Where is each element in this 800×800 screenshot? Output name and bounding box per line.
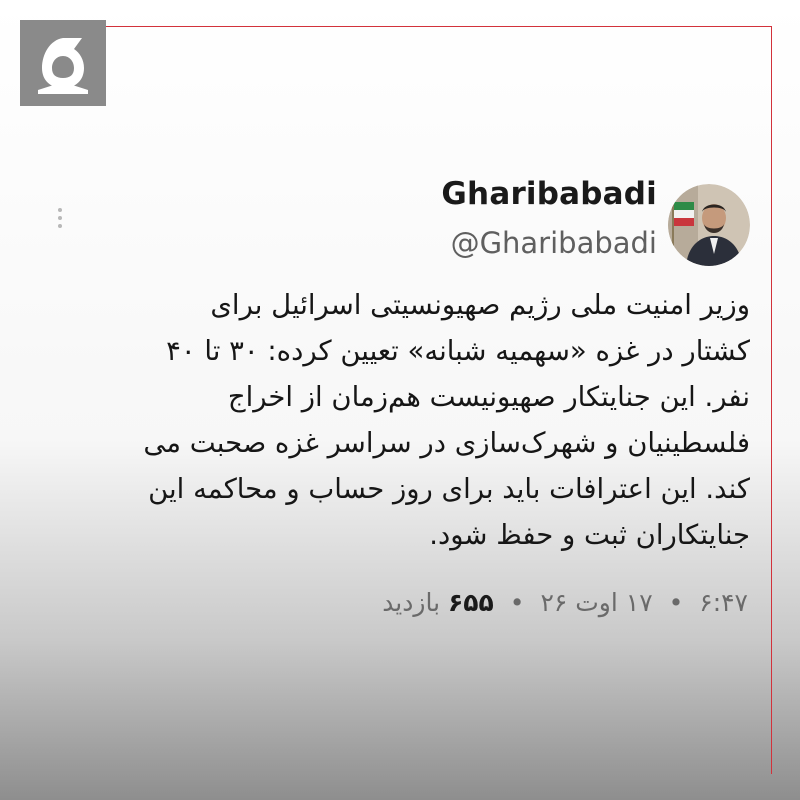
tweet-line: کشتار در غزه «سهمیه شبانه» تعیین کرده: ۳… [166, 335, 750, 367]
tweet-date: ۱۷ اوت ۲۶ [540, 588, 653, 617]
meta-separator: • [509, 588, 525, 617]
tweet-line: فلسطینیان و شهرک‌سازی در سراسر غزه صحبت … [143, 427, 750, 459]
tweet-line: وزیر امنیت ملی رژیم صهیونسیتی اسرائیل بر… [210, 289, 750, 321]
tweet-time: ۶:۴۷ [699, 588, 748, 617]
profile-display-name[interactable]: Gharibabadi [441, 176, 657, 212]
channel-logo-icon [20, 20, 106, 106]
tweet-meta: ۶:۴۷ • ۱۷ اوت ۲۶ • ۶۵۵ بازدید [382, 588, 748, 617]
avatar[interactable] [668, 184, 750, 266]
views-label: بازدید [382, 588, 441, 617]
tweet-line: نفر. این جنایتکار صهیونیست هم‌زمان از اخ… [227, 381, 750, 413]
tweet-line: جنایتکاران ثبت و حفظ شود. [429, 519, 750, 551]
tweet-body: وزیر امنیت ملی رژیم صهیونسیتی اسرائیل بر… [50, 282, 750, 558]
profile-handle[interactable]: @Gharibabadi [451, 226, 657, 260]
more-vertical-icon[interactable] [54, 204, 66, 240]
meta-separator: • [668, 588, 684, 617]
views-count[interactable]: ۶۵۵ [448, 588, 494, 617]
tweet-line: کند. این اعترافات باید برای روز حساب و م… [148, 473, 750, 505]
